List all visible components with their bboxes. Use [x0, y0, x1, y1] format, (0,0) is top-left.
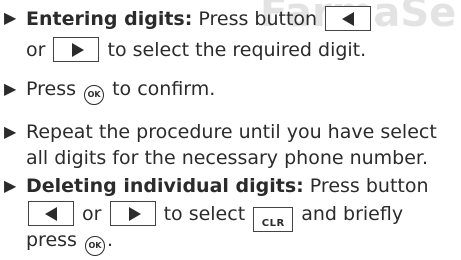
- left-arrow-icon: [45, 207, 57, 221]
- right-arrow-icon: [72, 43, 85, 57]
- right-arrow-icon: [128, 207, 141, 221]
- step-heading: Deleting individual digits:: [26, 175, 304, 197]
- step-text: Press: [26, 78, 77, 100]
- step-text: to select the required digit.: [107, 39, 367, 61]
- step-text: all digits for the necessary phone numbe…: [26, 147, 429, 169]
- bullet-icon: ▶: [4, 176, 17, 195]
- step-text: Press button: [309, 175, 429, 197]
- left-arrow-icon: [342, 12, 355, 26]
- step-text: or: [82, 203, 102, 225]
- step-line: Repeat the procedure until you have sele…: [26, 120, 437, 144]
- step-text: Repeat the procedure until you have sele…: [26, 121, 437, 143]
- clr-key-button: CLR: [253, 207, 294, 232]
- left-key-button: [28, 201, 74, 226]
- step-line: or to select CLR and briefly: [26, 201, 404, 232]
- step-text: Press button: [198, 8, 318, 30]
- step-line: Deleting individual digits: Press button: [26, 174, 429, 198]
- right-key-button: [53, 37, 100, 62]
- bullet-icon: ▶: [4, 122, 17, 141]
- step-text: press: [26, 229, 77, 251]
- step-line: press OK.: [26, 228, 114, 256]
- bullet-icon: ▶: [4, 8, 17, 27]
- step-line: Press OK to confirm.: [26, 77, 216, 105]
- ok-button-icon: OK: [85, 236, 105, 256]
- bullet-icon: ▶: [4, 79, 17, 98]
- step-line: all digits for the necessary phone numbe…: [26, 146, 428, 170]
- step-text: .: [107, 229, 114, 251]
- step-line: or to select the required digit.: [26, 37, 367, 62]
- step-line: Entering digits: Press button: [26, 6, 373, 31]
- left-key-button: [325, 6, 372, 31]
- step-text: to select: [163, 203, 246, 225]
- step-heading: Entering digits:: [26, 8, 193, 30]
- step-text: and briefly: [301, 203, 404, 225]
- step-text: to confirm.: [112, 78, 216, 100]
- ok-button-icon: OK: [84, 85, 105, 105]
- right-key-button: [109, 201, 156, 226]
- step-text: or: [26, 39, 46, 61]
